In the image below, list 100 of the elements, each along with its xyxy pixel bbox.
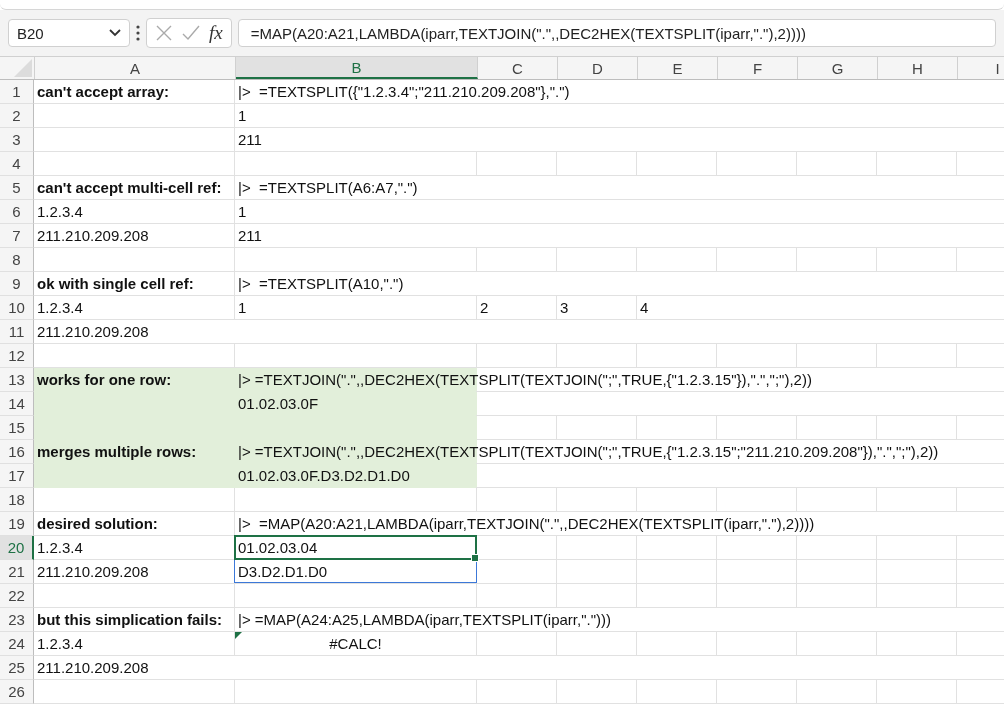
table-cell[interactable]: 211.210.209.208 [34,560,235,584]
table-cell[interactable] [34,344,235,368]
row-header[interactable]: 8 [0,248,34,272]
row-header[interactable]: 12 [0,344,34,368]
table-cell[interactable] [797,416,877,440]
table-cell[interactable]: but this simplication fails: [34,608,235,632]
table-cell[interactable] [797,152,877,176]
row-header[interactable]: 6 [0,200,34,224]
table-cell[interactable] [797,488,877,512]
table-cell[interactable] [235,344,477,368]
table-cell[interactable]: 1.2.3.4 [34,632,235,656]
row-header[interactable]: 21 [0,560,34,584]
row-header[interactable]: 18 [0,488,34,512]
table-cell[interactable]: 211 [235,224,1004,248]
table-cell[interactable] [797,680,877,704]
table-cell[interactable] [877,680,957,704]
table-cell[interactable] [637,344,717,368]
column-header[interactable]: B [236,57,478,79]
table-cell[interactable] [477,632,557,656]
row-header[interactable]: 13 [0,368,34,392]
table-cell[interactable] [637,152,717,176]
table-cell[interactable] [477,680,557,704]
table-cell[interactable]: desired solution: [34,512,235,536]
table-cell[interactable]: 211 [235,128,1004,152]
table-cell[interactable] [557,536,637,560]
table-cell[interactable] [797,560,877,584]
table-cell[interactable]: 4 [637,296,1004,320]
table-cell[interactable] [34,128,235,152]
table-cell[interactable] [637,248,717,272]
table-cell[interactable] [235,152,477,176]
table-cell[interactable]: works for one row: [34,368,235,392]
name-box[interactable]: B20 [8,19,130,47]
table-cell[interactable] [477,248,557,272]
table-cell[interactable] [877,488,957,512]
table-cell[interactable]: 1 [235,104,1004,128]
table-cell[interactable] [235,248,477,272]
fill-handle[interactable] [471,554,479,562]
row-header[interactable]: 10 [0,296,34,320]
row-header[interactable]: 2 [0,104,34,128]
error-cell[interactable]: #CALC! [235,632,477,656]
table-cell[interactable] [717,248,797,272]
table-cell[interactable] [557,488,637,512]
table-cell[interactable] [477,560,557,584]
table-cell[interactable] [34,104,235,128]
table-cell[interactable] [637,416,717,440]
table-cell[interactable] [797,536,877,560]
table-cell[interactable] [34,584,235,608]
table-cell[interactable] [717,680,797,704]
table-cell[interactable] [717,416,797,440]
table-cell[interactable]: |> =TEXTJOIN(".",,DEC2HEX(TEXTSPLIT(TEXTJOIN(";",TRUE,{"1.2.3.15"}),".",";"),2)) [235,368,1004,392]
table-cell[interactable] [235,680,477,704]
table-cell[interactable] [877,632,957,656]
table-cell[interactable]: |> =TEXTSPLIT({"1.2.3.4";"211.210.209.208"},".") [235,80,1004,104]
table-cell[interactable]: |> =TEXTJOIN(".",,DEC2HEX(TEXTSPLIT(TEXTJOIN(";",TRUE,{"1.2.3.15";"211.210.209.208"}),".",";"),2)) [235,440,1004,464]
table-cell[interactable] [235,584,477,608]
row-header[interactable]: 24 [0,632,34,656]
table-cell[interactable] [877,416,957,440]
table-cell[interactable]: can't accept array: [34,80,235,104]
table-cell[interactable] [877,152,957,176]
table-cell[interactable]: ok with single cell ref: [34,272,235,296]
table-cell[interactable] [557,344,637,368]
table-cell[interactable] [557,416,637,440]
row-header[interactable]: 23 [0,608,34,632]
table-cell[interactable] [557,632,637,656]
table-cell[interactable] [34,152,235,176]
table-cell[interactable]: |> =MAP(A20:A21,LAMBDA(iparr,TEXTJOIN(".",,DEC2HEX(TEXTSPLIT(iparr,"."),2)))) [235,512,1004,536]
table-cell[interactable] [877,248,957,272]
table-cell[interactable]: |> =MAP(A24:A25,LAMBDA(iparr,TEXTSPLIT(iparr,"."))) [235,608,1004,632]
table-cell[interactable] [557,248,637,272]
table-cell[interactable] [717,560,797,584]
table-cell[interactable] [637,488,717,512]
table-cell[interactable] [557,680,637,704]
table-cell[interactable] [34,248,235,272]
table-cell[interactable] [477,344,557,368]
table-cell[interactable] [877,344,957,368]
row-header[interactable]: 4 [0,152,34,176]
table-cell[interactable] [717,344,797,368]
table-cell[interactable] [797,632,877,656]
table-cell[interactable] [637,560,717,584]
row-header[interactable]: 20 [0,536,34,560]
table-cell[interactable] [477,152,557,176]
table-cell[interactable] [557,560,637,584]
table-cell[interactable] [637,680,717,704]
table-cell[interactable]: |> =TEXTSPLIT(A6:A7,".") [235,176,1004,200]
table-cell[interactable]: D3.D2.D1.D0 [235,560,477,584]
table-cell[interactable] [717,152,797,176]
table-cell[interactable]: 211.210.209.208 [34,224,235,248]
table-cell[interactable]: 211.210.209.208 [34,320,1004,344]
table-cell[interactable]: 01.02.03.0F [235,392,1004,416]
table-cell[interactable]: 1.2.3.4 [34,296,235,320]
table-cell[interactable]: 3 [557,296,637,320]
table-cell[interactable]: 01.02.03.0F.D3.D2.D1.D0 [235,464,1004,488]
row-header[interactable]: 1 [0,80,34,104]
row-header[interactable]: 16 [0,440,34,464]
table-cell[interactable] [557,584,637,608]
table-cell[interactable]: 1.2.3.4 [34,536,235,560]
row-header[interactable]: 7 [0,224,34,248]
table-cell[interactable] [637,584,717,608]
table-cell[interactable] [637,536,717,560]
row-header[interactable]: 5 [0,176,34,200]
